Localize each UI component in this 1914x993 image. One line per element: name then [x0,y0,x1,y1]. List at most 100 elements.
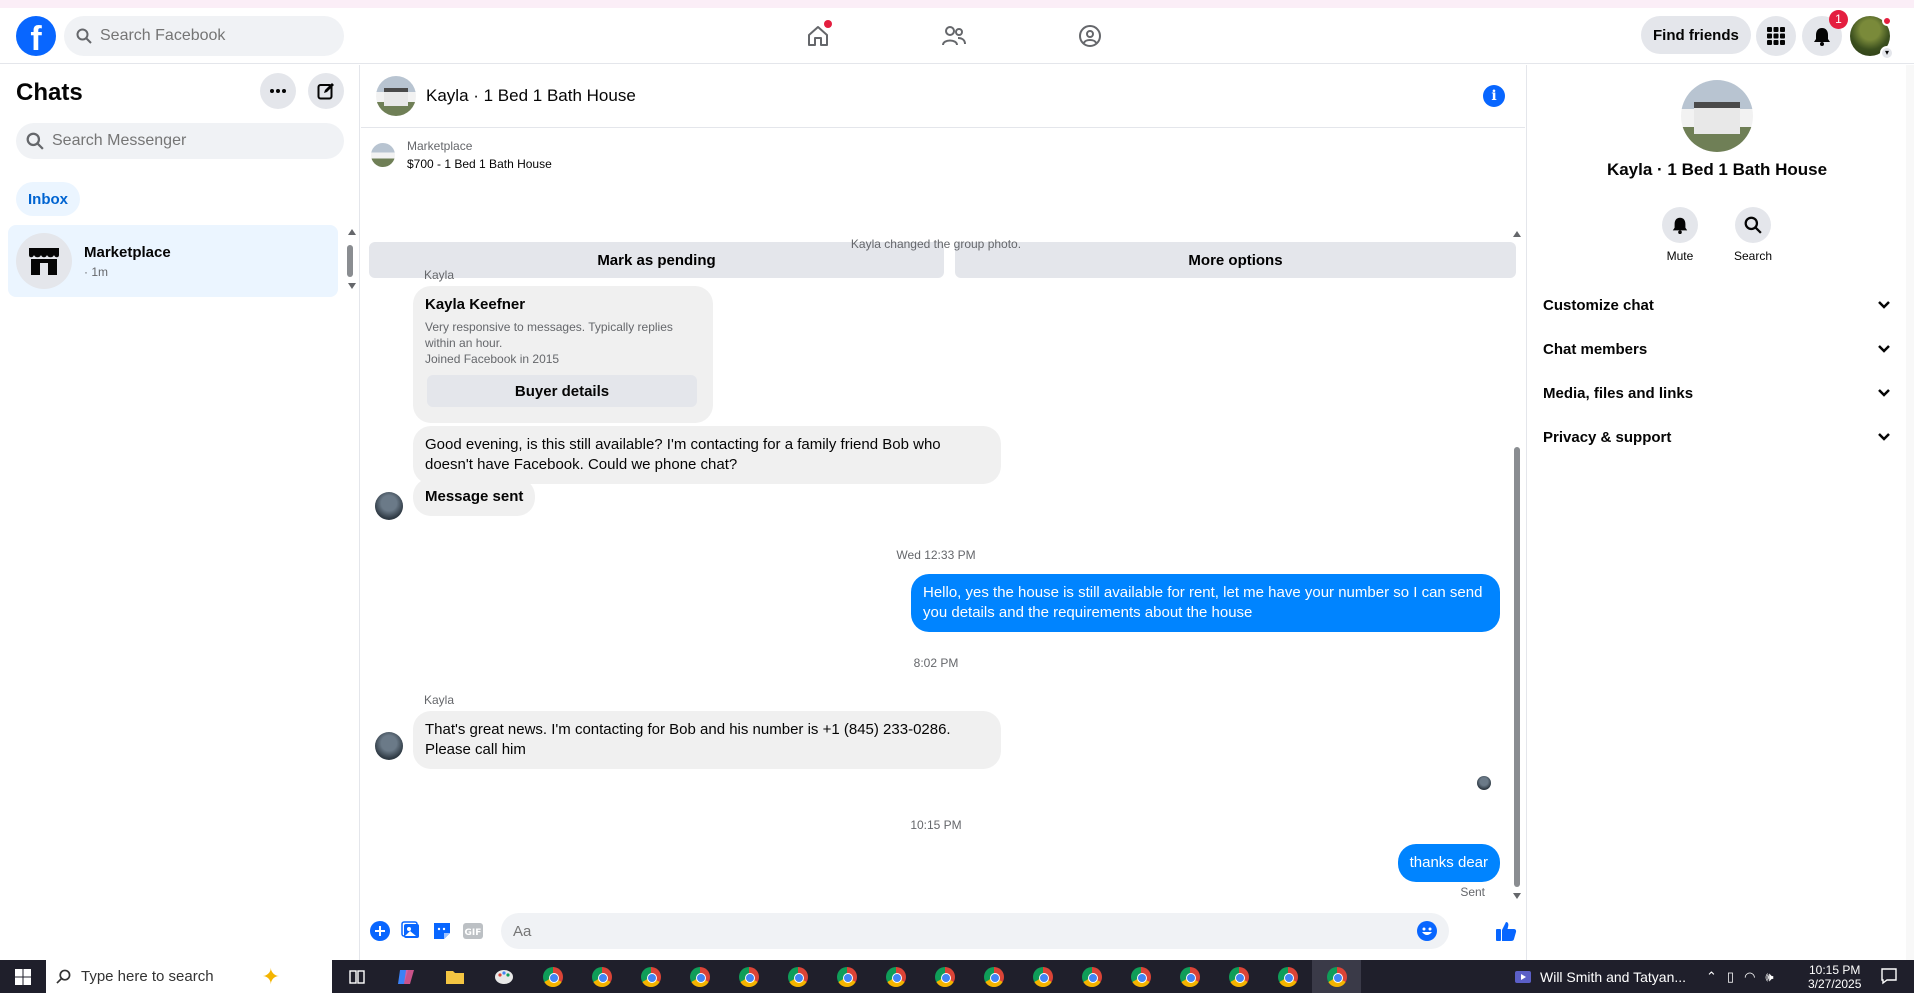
search-label: Search [1733,249,1773,263]
attach-photo-button[interactable] [399,919,423,943]
scroll-down-arrow-icon[interactable] [348,283,356,289]
sidebar-scroll-thumb[interactable] [347,245,353,277]
notification-center-button[interactable] [1880,967,1898,990]
chrome-window-1[interactable] [528,960,577,993]
chrome-window-11[interactable] [1018,960,1067,993]
facebook-search-box[interactable] [64,16,344,56]
like-button[interactable] [1494,919,1518,943]
scroll-down-arrow-icon[interactable] [1513,893,1521,899]
page-scrollbar[interactable] [1906,65,1914,960]
messenger-search-input[interactable] [52,132,272,150]
chrome-window-10[interactable] [969,960,1018,993]
sidebar-scrollbar[interactable] [346,229,356,289]
chrome-icon [689,966,710,987]
sender-avatar[interactable] [375,492,403,520]
sent-status: Sent [1460,885,1485,899]
friends-tab[interactable] [926,16,982,56]
buyer-name: Kayla Keefner [425,296,526,313]
incoming-message[interactable]: That's great news. I'm contacting for Bo… [413,711,1001,769]
chrome-window-6[interactable] [773,960,822,993]
sticker-button[interactable] [430,919,454,943]
conversation-scrollbar[interactable] [1511,229,1523,899]
facebook-logo-icon[interactable]: f [16,16,56,56]
groups-tab[interactable] [1062,16,1118,56]
chrome-window-7[interactable] [822,960,871,993]
gif-button[interactable]: GIF [461,919,485,943]
wifi-icon[interactable]: ◠ [1744,969,1755,985]
chrome-icon [836,966,857,987]
volume-icon[interactable]: 🕪 [1765,969,1773,985]
compose-icon [317,83,334,100]
sender-avatar[interactable] [375,732,403,760]
media-widget[interactable]: Will Smith and Tatyan... [1514,960,1686,993]
privacy-support-section[interactable]: Privacy & support [1543,419,1891,455]
home-tab[interactable] [790,16,846,56]
incoming-message[interactable]: Message sent [413,478,536,516]
incoming-message[interactable]: Good evening, is this still available? I… [413,426,1001,484]
message-list: Kayla changed the group photo. Kayla Kay… [361,229,1525,899]
more-actions-button[interactable] [368,919,392,943]
emoji-icon[interactable] [1417,921,1437,941]
chrome-window-13[interactable] [1116,960,1165,993]
marketplace-avatar [16,233,72,289]
task-view-icon [348,969,365,984]
chats-options-button[interactable] [260,73,296,109]
chrome-window-2[interactable] [577,960,626,993]
chat-members-section[interactable]: Chat members [1543,331,1891,367]
customize-chat-section[interactable]: Customize chat [1543,287,1891,323]
start-button[interactable] [0,960,46,993]
clock-date: 3/27/2025 [1808,977,1862,991]
inbox-tab[interactable]: Inbox [16,182,80,216]
new-message-button[interactable] [308,73,344,109]
chrome-window-15[interactable] [1214,960,1263,993]
message-input-box[interactable] [501,913,1449,949]
account-avatar[interactable]: ▾ [1850,16,1894,60]
listing-title[interactable]: $700 - 1 Bed 1 Bath House [407,157,552,171]
taskbar-search-box[interactable]: Type here to search ✦ [46,960,332,993]
chrome-window-4[interactable] [675,960,724,993]
notifications-button[interactable]: 1 [1802,10,1848,56]
facebook-search-input[interactable] [100,27,320,45]
info-icon[interactable]: i [1483,85,1505,107]
paint-app-button[interactable] [479,960,528,993]
task-view-button[interactable] [332,960,381,993]
chrome-icon [787,966,808,987]
outgoing-message[interactable]: Hello, yes the house is still available … [911,574,1500,632]
chrome-window-14[interactable] [1165,960,1214,993]
conversation-photo[interactable] [1681,80,1753,152]
chrome-window-9[interactable] [920,960,969,993]
chevron-up-icon[interactable]: ⌃ [1706,969,1717,985]
find-friends-button[interactable]: Find friends [1641,16,1751,54]
chrome-window-12[interactable] [1067,960,1116,993]
chat-list-item[interactable]: Marketplace · 1m [8,225,338,297]
message-composer: GIF [361,908,1525,954]
friends-icon [942,26,966,46]
buyer-details-button[interactable]: Buyer details [427,375,697,407]
search-in-conversation-button[interactable]: Search [1734,207,1772,263]
copilot-app-button[interactable] [381,960,430,993]
chrome-window-5[interactable] [724,960,773,993]
scroll-up-arrow-icon[interactable] [348,229,356,235]
chrome-window-16[interactable] [1263,960,1312,993]
conversation-scroll-thumb[interactable] [1514,447,1520,887]
device-icon[interactable]: ▯ [1727,969,1734,985]
taskbar-clock[interactable]: 10:15 PM 3/27/2025 [1808,963,1861,991]
conversation-title[interactable]: Kayla · 1 Bed 1 Bath House [426,86,636,106]
chrome-window-3[interactable] [626,960,675,993]
mute-button[interactable]: Mute [1661,207,1698,263]
menu-button[interactable] [1756,16,1796,56]
messenger-search-box[interactable] [16,123,344,159]
chrome-icon [1032,966,1053,987]
buyer-joined: Joined Facebook in 2015 [425,352,560,366]
conversation-avatar[interactable] [376,76,416,116]
outgoing-message[interactable]: thanks dear [1397,844,1500,882]
chevron-down-icon [1878,301,1890,309]
section-label: Media, files and links [1543,384,1694,402]
scroll-up-arrow-icon[interactable] [1513,231,1521,237]
chrome-window-8[interactable] [871,960,920,993]
message-input[interactable] [513,922,1393,940]
file-explorer-button[interactable] [430,960,479,993]
video-icon [1515,970,1531,983]
media-files-links-section[interactable]: Media, files and links [1543,375,1891,411]
chrome-window-active[interactable] [1312,960,1361,993]
